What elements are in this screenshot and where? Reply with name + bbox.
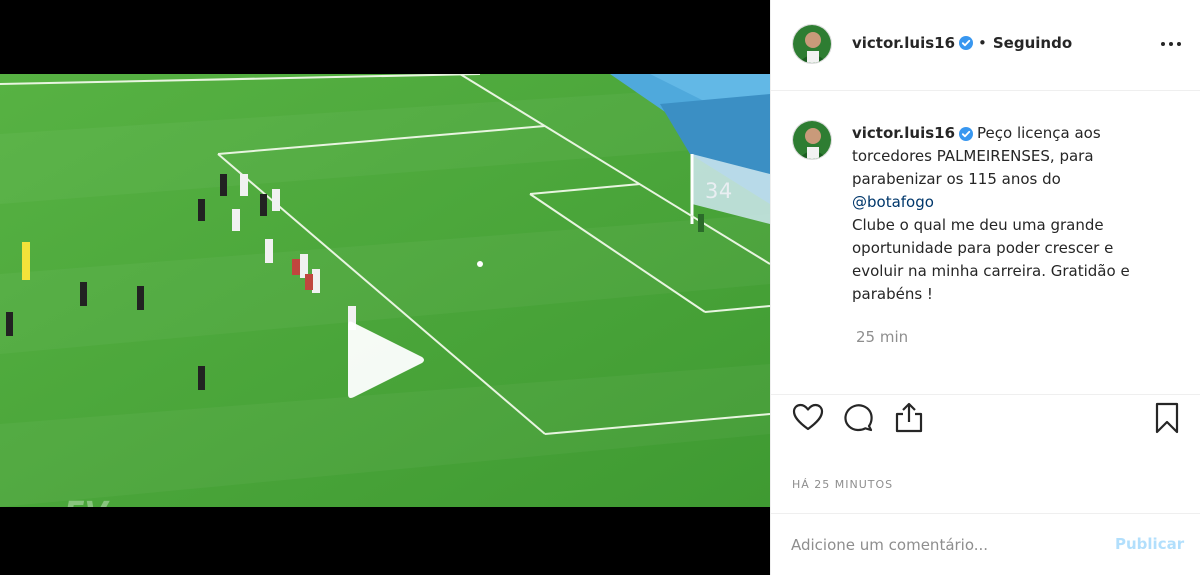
publish-button[interactable]: Publicar — [1115, 535, 1184, 553]
comment-input[interactable] — [791, 532, 1101, 558]
caption-area: victor.luis16 Peço licença aos torcedores… — [771, 92, 1200, 394]
video-watermark: FV — [64, 496, 108, 507]
avatar-image — [793, 25, 831, 63]
heart-icon[interactable] — [791, 401, 825, 435]
more-options-icon[interactable] — [1160, 36, 1182, 52]
post-side-panel: victor.luis16 • Seguindo victor.luis16 Pe… — [770, 0, 1200, 575]
avatar[interactable] — [792, 24, 832, 64]
match-clock-overlay: 34 — [705, 179, 733, 203]
separator-dot: • — [978, 34, 987, 52]
comment-form: Publicar — [771, 513, 1200, 575]
header-line: victor.luis16 • Seguindo — [852, 34, 1072, 52]
action-bar — [771, 394, 1200, 446]
following-button[interactable]: Seguindo — [993, 34, 1072, 52]
verified-badge-icon — [959, 126, 974, 141]
mention-link[interactable]: @botafogo — [852, 193, 934, 211]
bookmark-icon[interactable] — [1150, 401, 1184, 435]
comment-icon[interactable] — [841, 401, 875, 435]
avatar-image — [793, 121, 831, 159]
media-panel: 34 FV — [0, 0, 770, 575]
verified-badge-icon — [959, 36, 974, 50]
caption-time: 25 min — [856, 328, 909, 346]
caption-text: victor.luis16 Peço licença aos torcedores… — [852, 122, 1152, 306]
video-frame — [0, 74, 770, 507]
avatar[interactable] — [792, 120, 832, 160]
video-player[interactable]: 34 FV — [0, 74, 770, 507]
post-timestamp[interactable]: HÁ 25 MINUTOS — [792, 478, 893, 491]
post-header: victor.luis16 • Seguindo — [771, 0, 1200, 91]
share-icon[interactable] — [892, 401, 926, 435]
caption-body-continued: Clube o qual me deu uma grande oportunid… — [852, 216, 1130, 303]
play-icon[interactable] — [346, 318, 426, 402]
username-link[interactable]: victor.luis16 — [852, 34, 955, 52]
caption-username-link[interactable]: victor.luis16 — [852, 124, 955, 142]
